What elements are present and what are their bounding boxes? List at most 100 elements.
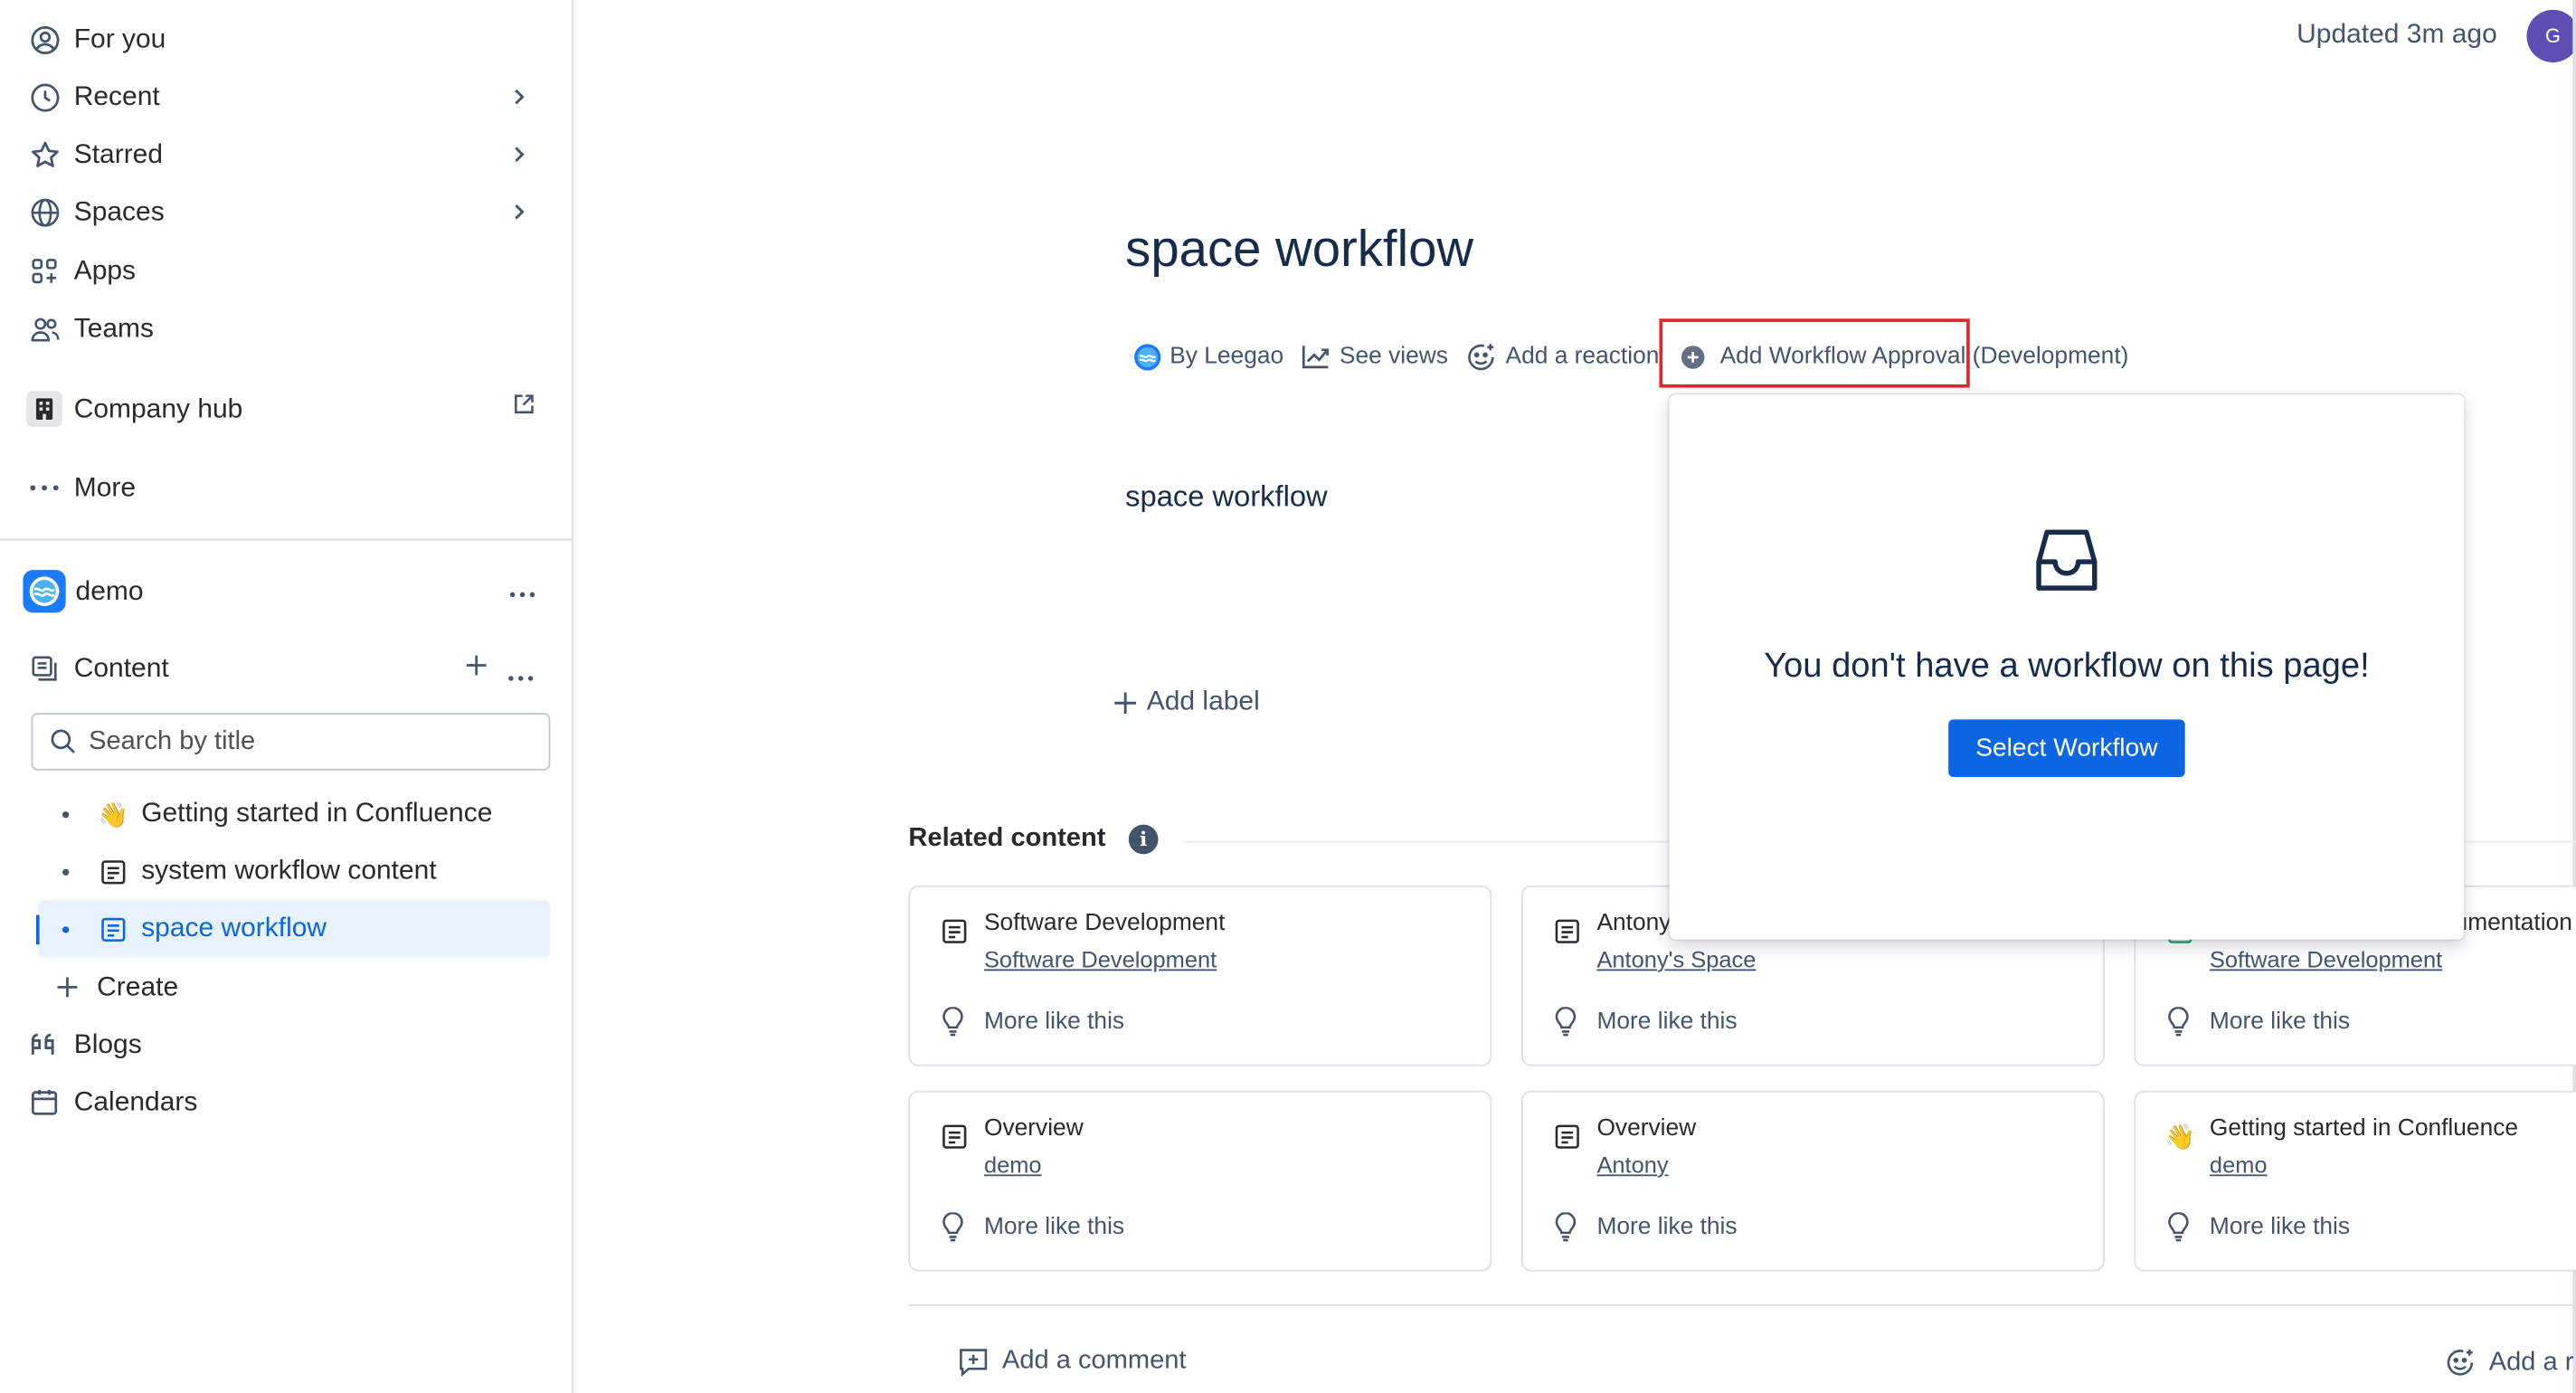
page-title: space workflow [1125, 220, 1474, 278]
wave-emoji-icon: 👋 [2164, 1123, 2196, 1152]
related-card[interactable]: Software Development Software Developmen… [908, 885, 1492, 1066]
card-space-link[interactable]: demo [984, 1151, 1042, 1178]
more-like-this-link[interactable]: More like this [1596, 1214, 1737, 1240]
space-logo-icon [23, 570, 66, 613]
apps-icon [26, 253, 62, 289]
quote-icon [26, 1027, 62, 1063]
more-like-this-link[interactable]: More like this [984, 1214, 1124, 1240]
updated-timestamp: Updated 3m ago [2297, 19, 2497, 50]
page-icon [1552, 1122, 1582, 1151]
nav-company-hub[interactable]: Company hub [26, 384, 549, 433]
inbox-icon [2032, 526, 2101, 602]
add-label-button[interactable]: Add label [1113, 687, 1260, 718]
nav-recent[interactable]: Recent [26, 72, 549, 121]
nav-calendars[interactable]: Calendars [26, 1077, 549, 1126]
nav-label: For you [73, 24, 166, 54]
related-card[interactable]: 👋 Getting started in Confluence demo Mor… [2134, 1090, 2576, 1272]
tree-label: system workflow content [141, 856, 437, 886]
card-space-link[interactable]: Software Development [2210, 946, 2442, 972]
search-placeholder: Search by title [89, 726, 256, 755]
page-body-text: space workflow [1125, 479, 1328, 513]
tree-label: space workflow [141, 913, 327, 943]
nav-blogs[interactable]: Blogs [26, 1020, 549, 1069]
add-reaction-bottom-button[interactable]: Add a r [2445, 1347, 2574, 1379]
page-icon [940, 1122, 970, 1151]
more-like-this-link[interactable]: More like this [2210, 1009, 2350, 1035]
search-icon [49, 727, 77, 755]
page-icon [940, 916, 970, 946]
card-title[interactable]: umentation [2455, 910, 2572, 936]
author-name: By Leegao [1170, 343, 1284, 370]
see-views-button[interactable]: See views [1302, 344, 1448, 370]
lightbulb-icon [1554, 1007, 1577, 1037]
nav-label: Blogs [73, 1028, 142, 1059]
space-header[interactable]: demo [23, 567, 548, 616]
more-like-this-link[interactable]: More like this [1596, 1009, 1737, 1035]
related-title-text: Related content [908, 824, 1106, 853]
card-title[interactable]: Getting started in Confluence [2210, 1115, 2518, 1142]
nav-label: Spaces [73, 196, 165, 226]
more-like-this-link[interactable]: More like this [984, 1009, 1124, 1035]
add-comment-button[interactable]: Add a comment [958, 1347, 1187, 1377]
content-label: Content [73, 652, 169, 683]
external-link-icon[interactable] [513, 393, 535, 424]
reaction-label: Add a reaction [1505, 343, 1660, 370]
add-reaction-button[interactable]: Add a reaction [1466, 341, 1659, 373]
nav-apps[interactable]: Apps [26, 246, 549, 295]
add-reaction-label: Add a r [2488, 1348, 2574, 1376]
nav-label: Apps [73, 255, 137, 286]
page-icon [99, 914, 128, 944]
create-label: Create [97, 971, 179, 1001]
lightbulb-icon [942, 1007, 964, 1037]
card-space-link[interactable]: demo [2210, 1151, 2268, 1178]
more-like-this-link[interactable]: More like this [2210, 1214, 2350, 1240]
nav-label: Company hub [73, 393, 243, 423]
chevron-right-icon[interactable] [503, 138, 535, 171]
tree-item-system-workflow[interactable]: system workflow content [38, 843, 551, 901]
chevron-right-icon[interactable] [503, 195, 535, 228]
space-name: demo [75, 575, 144, 606]
content-more-icon[interactable] [507, 660, 534, 692]
nav-spaces[interactable]: Spaces [26, 187, 549, 236]
info-icon[interactable]: i [1128, 824, 1159, 855]
space-more-icon[interactable] [509, 573, 535, 608]
nav-for-you[interactable]: For you [26, 14, 549, 63]
avatar[interactable]: G [2526, 9, 2576, 63]
related-content-heading: Related content i [908, 824, 1159, 855]
nav-starred[interactable]: Starred [26, 129, 549, 178]
card-space-link[interactable]: Software Development [984, 946, 1217, 972]
add-content-icon[interactable] [463, 652, 489, 687]
related-card[interactable]: Overview Antony More like this [1520, 1090, 2105, 1272]
comment-add-icon [958, 1347, 990, 1377]
search-input[interactable]: Search by title [31, 713, 551, 771]
chart-line-icon [1302, 344, 1331, 370]
tree-item-space-workflow[interactable]: space workflow [37, 900, 551, 958]
select-workflow-button[interactable]: Select Workflow [1948, 719, 2185, 777]
create-button[interactable]: Create [49, 962, 572, 1011]
card-space-link[interactable]: Antony [1596, 1151, 1668, 1178]
nav-label: Recent [73, 81, 160, 111]
comments-divider [908, 1303, 2576, 1306]
tree-item-getting-started[interactable]: 👋 Getting started in Confluence [38, 785, 551, 843]
nav-label: Teams [73, 312, 155, 343]
card-title[interactable]: Overview [984, 1115, 1084, 1142]
lightbulb-icon [942, 1212, 964, 1242]
star-icon [26, 137, 62, 173]
add-comment-label: Add a comment [1001, 1347, 1187, 1375]
card-space-link[interactable]: Antony's Space [1596, 946, 1756, 972]
card-title[interactable]: Overview [1596, 1115, 1696, 1142]
people-icon [26, 310, 62, 346]
page-byline: By Leegao See views Add a reaction Add W… [1133, 336, 2146, 376]
user-circle-icon [26, 22, 62, 58]
chevron-right-icon[interactable] [503, 81, 535, 113]
card-title[interactable]: Antony [1596, 910, 1671, 936]
content-header[interactable]: Content [26, 644, 549, 693]
page-icon [1552, 916, 1582, 946]
nav-teams[interactable]: Teams [26, 304, 549, 353]
content-icon [26, 650, 62, 687]
empty-workflow-message: You don't have a workflow on this page! [1764, 647, 2370, 686]
nav-more[interactable]: More [26, 463, 549, 512]
author-link[interactable]: By Leegao [1133, 343, 1283, 371]
card-title[interactable]: Software Development [984, 910, 1225, 936]
related-card[interactable]: Overview demo More like this [908, 1090, 1492, 1272]
